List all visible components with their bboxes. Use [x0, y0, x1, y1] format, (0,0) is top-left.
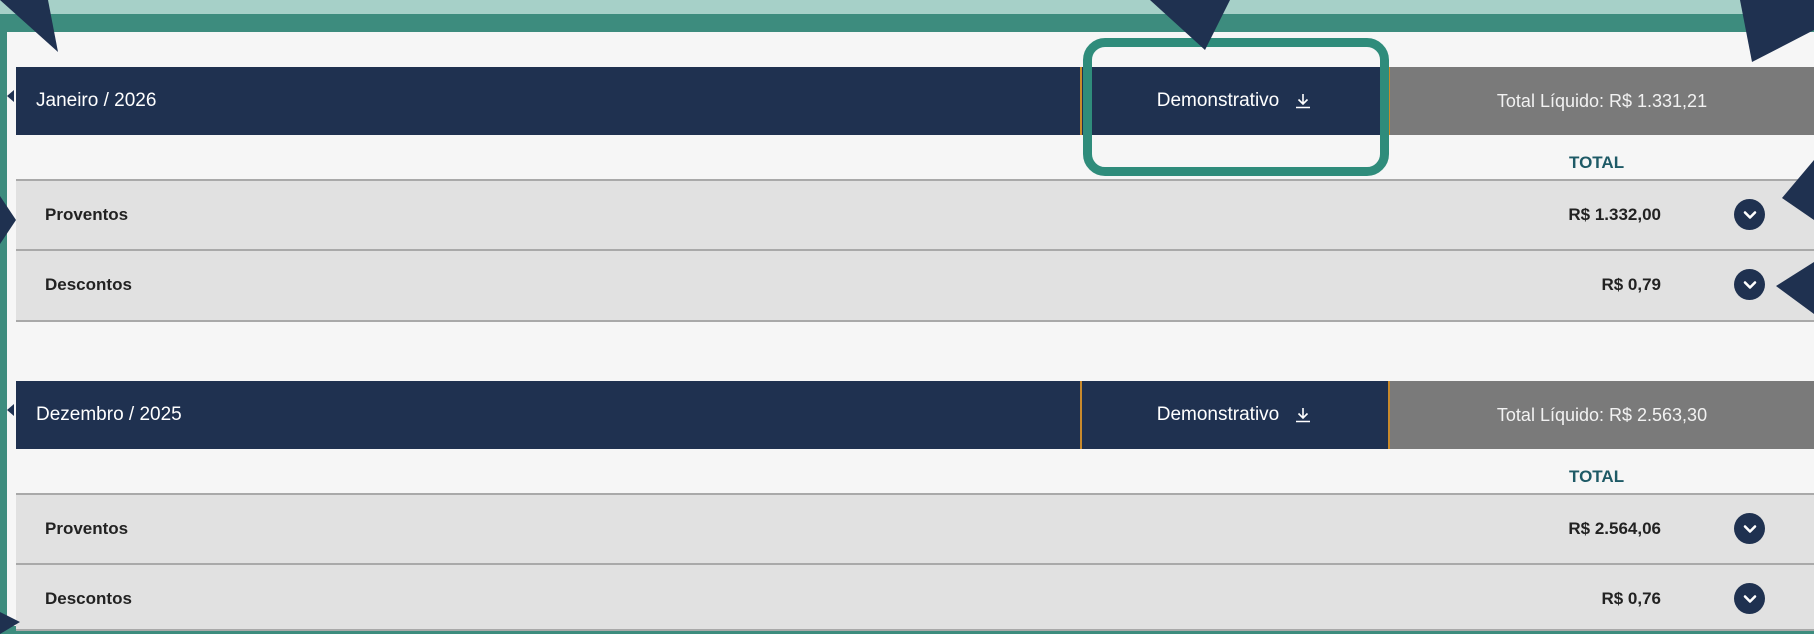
row-value: R$ 1.332,00	[1568, 205, 1661, 224]
row-value: R$ 2.564,06	[1568, 519, 1661, 538]
period-month: Janeiro / 2026	[16, 67, 1080, 135]
download-icon	[1296, 408, 1311, 423]
left-frame-line	[0, 32, 7, 626]
download-icon	[1296, 94, 1311, 109]
top-frame-band	[0, 0, 1814, 14]
row-label: Descontos	[45, 589, 132, 608]
demonstrativo-button[interactable]: Demonstrativo	[1080, 67, 1390, 135]
top-frame-line	[0, 14, 1814, 32]
chevron-down-icon[interactable]	[1734, 583, 1765, 614]
collapse-tick-icon[interactable]	[7, 404, 14, 416]
chevron-down-icon[interactable]	[1734, 199, 1765, 230]
period-header: Dezembro / 2025 Demonstrativo Total Líqu…	[16, 381, 1814, 449]
row-proventos[interactable]: Proventos R$ 1.332,00	[16, 179, 1814, 249]
row-value: R$ 0,76	[1601, 589, 1661, 608]
row-value: R$ 0,79	[1601, 275, 1661, 294]
period-section: Janeiro / 2026 Demonstrativo Total Líqui…	[16, 67, 1814, 322]
period-header: Janeiro / 2026 Demonstrativo Total Líqui…	[16, 67, 1814, 135]
row-label: Proventos	[45, 205, 129, 224]
chevron-down-icon[interactable]	[1734, 269, 1765, 300]
period-section: Dezembro / 2025 Demonstrativo Total Líqu…	[16, 381, 1814, 631]
row-descontos[interactable]: Descontos R$ 0,79	[16, 249, 1814, 322]
chevron-down-icon[interactable]	[1734, 513, 1765, 544]
row-descontos[interactable]: Descontos R$ 0,76	[16, 563, 1814, 631]
row-label: Proventos	[45, 519, 129, 538]
total-column-label: TOTAL	[1569, 467, 1625, 486]
period-month: Dezembro / 2025	[16, 381, 1080, 449]
demonstrativo-label: Demonstrativo	[1156, 90, 1280, 111]
demonstrativo-label: Demonstrativo	[1156, 404, 1280, 425]
row-proventos[interactable]: Proventos R$ 2.564,06	[16, 493, 1814, 563]
row-label: Descontos	[45, 275, 132, 294]
total-liquido: Total Líquido: R$ 1.331,21	[1390, 67, 1814, 135]
total-liquido: Total Líquido: R$ 2.563,30	[1390, 381, 1814, 449]
total-column-label: TOTAL	[1569, 153, 1625, 172]
demonstrativo-button[interactable]: Demonstrativo	[1080, 381, 1390, 449]
collapse-tick-icon[interactable]	[7, 90, 14, 102]
